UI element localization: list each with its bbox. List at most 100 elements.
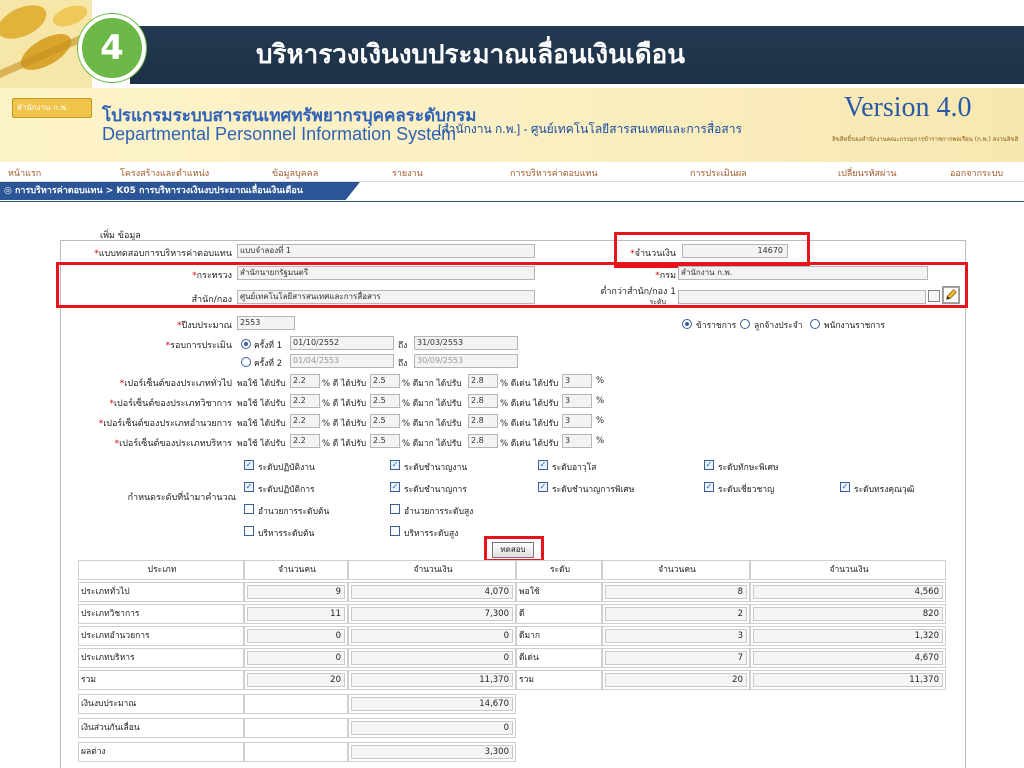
cell-level: ดีมาก xyxy=(516,626,602,646)
division-label: สำนัก/กอง xyxy=(191,295,232,305)
menu-report[interactable]: รายงาน xyxy=(392,166,423,180)
cell-type: ประเภทบริหาร xyxy=(78,648,244,668)
dept-label: *กรม xyxy=(655,271,676,281)
amount-field[interactable]: 14670 xyxy=(682,244,788,258)
level-checkbox[interactable]: ✓ xyxy=(538,482,548,492)
pct-verygood-field[interactable]: 2.8 xyxy=(468,394,498,408)
cell-type: ประเภทวิชาการ xyxy=(78,604,244,624)
pct-excellent-field[interactable]: 3 xyxy=(562,394,592,408)
pct-verygood-field[interactable]: 2.8 xyxy=(468,414,498,428)
level-label: ระดับเชี่ยวชาญ xyxy=(718,485,775,495)
pct-good-field[interactable]: 2.5 xyxy=(370,434,400,448)
lookup-icon[interactable] xyxy=(928,290,940,302)
summary-empty xyxy=(244,694,348,714)
pct-fair-field[interactable]: 2.2 xyxy=(290,414,320,428)
amount-label: *จำนวนเงิน xyxy=(630,249,676,259)
pct-sign: % xyxy=(596,436,605,446)
level-checkbox[interactable]: ✓ xyxy=(244,482,254,492)
menu-change-password[interactable]: เปลี่ยนรหัสผ่าน xyxy=(838,166,896,180)
slide-header: 4 บริหารวงเงินงบประมาณเลื่อนเงินเดือน xyxy=(0,0,1024,88)
pct-verygood-field[interactable]: 2.8 xyxy=(468,434,498,448)
level-checkbox[interactable] xyxy=(244,504,254,514)
pattern-field[interactable]: แบบจำลองที่ 1 xyxy=(237,244,535,258)
staff-type-employee-radio[interactable] xyxy=(740,319,750,329)
level-checkbox[interactable] xyxy=(390,504,400,514)
menu-personnel[interactable]: ข้อมูลบุคคล xyxy=(272,166,318,180)
fiscal-year-field[interactable]: 2553 xyxy=(237,316,295,330)
menu-evaluation[interactable]: การประเมินผล xyxy=(690,166,747,180)
summary-value-wrap: 0 xyxy=(348,718,516,738)
summary-value: 0 xyxy=(351,721,513,735)
level-checkbox[interactable]: ✓ xyxy=(390,482,400,492)
round-2-radio[interactable] xyxy=(241,357,251,367)
pct-excellent-field[interactable]: 3 xyxy=(562,414,592,428)
level-label: บริหารระดับต้น xyxy=(258,529,315,539)
summary-empty xyxy=(244,718,348,738)
cell-people-wrap: 2 xyxy=(602,604,750,624)
percent-row-label: *เปอร์เซ็นต์ของประเภทอำนวยการ xyxy=(98,419,232,429)
round-1-to-field[interactable]: 31/03/2553 xyxy=(414,336,518,350)
round-1-radio[interactable] xyxy=(241,339,251,349)
cell-people-wrap: 11 xyxy=(244,604,348,624)
staff-type-gov-radio[interactable] xyxy=(810,319,820,329)
pct-good-field[interactable]: 2.5 xyxy=(370,394,400,408)
pct-excellent-field[interactable]: 3 xyxy=(562,374,592,388)
edit-pencil-icon[interactable] xyxy=(942,286,960,304)
round-2-from-field[interactable]: 01/04/2553 xyxy=(290,354,394,368)
pct-good-label: % ดี ได้ปรับ xyxy=(322,379,367,389)
cell-money-wrap: 1,320 xyxy=(750,626,946,646)
level-label: ระดับชำนาญการพิเศษ xyxy=(552,485,635,495)
level-checkbox[interactable]: ✓ xyxy=(840,482,850,492)
round-2-to-label: ถึง xyxy=(398,359,408,369)
dept-field[interactable]: สำนักงาน ก.พ. xyxy=(678,266,928,280)
below-division-label: ต่ำกว่าสำนัก/กอง 1 xyxy=(600,287,676,297)
app-banner: สำนักงาน ก.พ. โปรแกรมระบบสารสนเทศทรัพยาก… xyxy=(0,88,1024,162)
round-2-label: ครั้งที่ 2 xyxy=(254,359,283,369)
table-header: ระดับ xyxy=(516,560,602,580)
main-menu: หน้าแรก โครงสร้างและตำแหน่ง ข้อมูลบุคคล … xyxy=(0,162,1024,182)
menu-logout[interactable]: ออกจากระบบ xyxy=(950,166,1003,180)
level-checkbox[interactable]: ✓ xyxy=(244,460,254,470)
pct-fair-field[interactable]: 2.2 xyxy=(290,394,320,408)
pct-fair-label: พอใช้ ได้ปรับ xyxy=(237,379,286,389)
system-name-english: Departmental Personnel Information Syste… xyxy=(102,124,457,144)
pct-excellent-field[interactable]: 3 xyxy=(562,434,592,448)
menu-structure[interactable]: โครงสร้างและตำแหน่ง xyxy=(120,166,209,180)
menu-compensation[interactable]: การบริหารค่าตอบแทน xyxy=(510,166,598,180)
pct-excellent-label: % ดีเด่น ได้ปรับ xyxy=(500,399,559,409)
pct-sign: % xyxy=(596,376,605,386)
menu-home[interactable]: หน้าแรก xyxy=(8,166,41,180)
test-button[interactable]: ทดสอบ xyxy=(492,542,534,558)
level-checkbox[interactable]: ✓ xyxy=(538,460,548,470)
pct-verygood-field[interactable]: 2.8 xyxy=(468,374,498,388)
summary-value-wrap: 14,670 xyxy=(348,694,516,714)
cell-people: 2 xyxy=(605,607,747,621)
division-field[interactable]: ศูนย์เทคโนโลยีสารสนเทศและการสื่อสาร xyxy=(237,290,535,304)
staff-type-civil-radio[interactable] xyxy=(682,319,692,329)
level-label: ระดับชำนาญงาน xyxy=(404,463,468,473)
cell-people: 9 xyxy=(247,585,345,599)
cell-people-wrap: 3 xyxy=(602,626,750,646)
level-label: ระดับทักษะพิเศษ xyxy=(718,463,779,473)
round-1-from-field[interactable]: 01/10/2552 xyxy=(290,336,394,350)
ministry-field[interactable]: สำนักนายกรัฐมนตรี xyxy=(237,266,535,280)
breadcrumb-bar: ◎ การบริหารค่าตอบแทน > K05 การบริหารวงเง… xyxy=(0,182,1024,202)
level-checkbox[interactable] xyxy=(244,526,254,536)
level-checkbox[interactable] xyxy=(390,526,400,536)
cell-people-wrap: 20 xyxy=(244,670,348,690)
level-checkbox[interactable]: ✓ xyxy=(704,460,714,470)
pct-fair-field[interactable]: 2.2 xyxy=(290,434,320,448)
level-checkbox[interactable]: ✓ xyxy=(390,460,400,470)
level-label: ระดับปฏิบัติการ xyxy=(258,485,315,495)
level-checkbox[interactable]: ✓ xyxy=(704,482,714,492)
round-2-to-field[interactable]: 30/09/2553 xyxy=(414,354,518,368)
pct-fair-field[interactable]: 2.2 xyxy=(290,374,320,388)
org-logo[interactable]: สำนักงาน ก.พ. xyxy=(12,98,92,118)
below-division-field[interactable] xyxy=(678,290,926,304)
cell-people-wrap: 0 xyxy=(244,626,348,646)
cell-type: ประเภททั่วไป xyxy=(78,582,244,602)
pct-good-field[interactable]: 2.5 xyxy=(370,414,400,428)
breadcrumb[interactable]: ◎ การบริหารค่าตอบแทน > K05 การบริหารวงเง… xyxy=(0,182,360,200)
pct-good-field[interactable]: 2.5 xyxy=(370,374,400,388)
cell-type: รวม xyxy=(78,670,244,690)
